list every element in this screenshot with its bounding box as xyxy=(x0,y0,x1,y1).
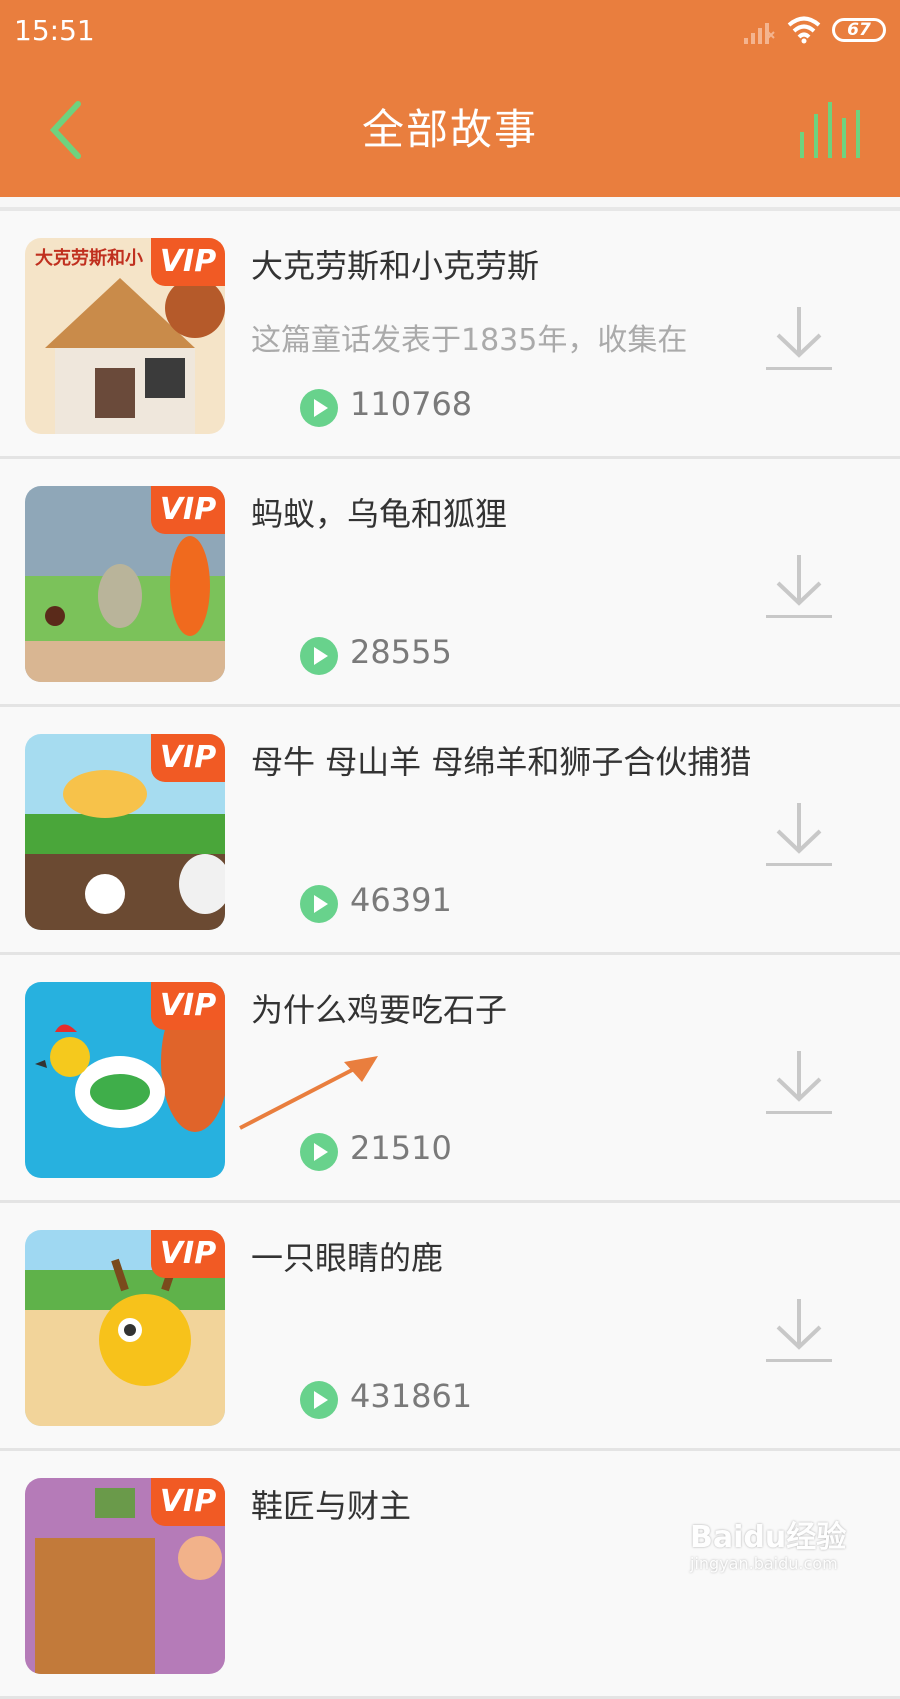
app-header: 15:51 67 全部故事 xyxy=(0,0,900,197)
battery-indicator: 67 xyxy=(832,18,886,42)
signal-icon xyxy=(744,23,775,44)
vip-badge: VIP xyxy=(151,486,225,534)
play-count: 431861 xyxy=(350,1377,473,1415)
baidu-watermark: Baidu经验 xyxy=(690,1520,847,1555)
download-icon[interactable] xyxy=(764,1295,834,1367)
play-count: 28555 xyxy=(350,633,452,671)
story-thumbnail: VIP xyxy=(25,1230,225,1426)
wifi-icon xyxy=(787,16,821,44)
download-icon[interactable] xyxy=(764,799,834,871)
story-thumbnail: 大克劳斯和小 VIP xyxy=(25,238,225,434)
story-thumbnail: VIP xyxy=(25,734,225,930)
play-count: 110768 xyxy=(350,385,473,423)
status-time: 15:51 xyxy=(14,14,95,47)
vip-badge: VIP xyxy=(151,982,225,1030)
vip-badge: VIP xyxy=(151,1478,225,1526)
story-item[interactable]: VIP 一只眼睛的鹿 431861 xyxy=(0,1203,900,1451)
annotation-arrow-icon xyxy=(239,1056,378,1130)
play-count: 21510 xyxy=(350,1129,452,1167)
story-item[interactable]: VIP 母牛 母山羊 母绵羊和狮子合伙捕猎 46391 xyxy=(0,707,900,955)
story-description: 这篇童话发表于1835年，收集在 xyxy=(251,323,688,358)
vip-badge: VIP xyxy=(151,238,225,286)
story-item[interactable]: VIP 鞋匠与财主 xyxy=(0,1451,900,1699)
story-item[interactable]: VIP 为什么鸡要吃石子 21510 xyxy=(0,955,900,1203)
play-count-icon xyxy=(300,389,338,427)
play-count-icon xyxy=(300,1133,338,1171)
story-title: 大克劳斯和小克劳斯 xyxy=(251,247,540,285)
vip-badge: VIP xyxy=(151,1230,225,1278)
story-item[interactable]: 大克劳斯和小 VIP 大克劳斯和小克劳斯 这篇童话发表于1835年，收集在 11… xyxy=(0,211,900,459)
vip-badge: VIP xyxy=(151,734,225,782)
download-icon[interactable] xyxy=(764,303,834,375)
thumbnail-caption: 大克劳斯和小 xyxy=(35,247,143,269)
play-count-icon xyxy=(300,637,338,675)
story-title: 一只眼睛的鹿 xyxy=(251,1239,444,1277)
audio-bars-icon[interactable] xyxy=(798,100,862,160)
status-bar: 15:51 67 xyxy=(0,0,900,62)
download-icon[interactable] xyxy=(764,551,834,623)
story-title: 为什么鸡要吃石子 xyxy=(251,991,508,1029)
story-title: 蚂蚁，乌龟和狐狸 xyxy=(251,495,508,533)
story-thumbnail: VIP xyxy=(25,486,225,682)
page-title: 全部故事 xyxy=(361,105,538,154)
story-item[interactable]: VIP 蚂蚁，乌龟和狐狸 28555 xyxy=(0,459,900,707)
story-title: 母牛 母山羊 母绵羊和狮子合伙捕猎 xyxy=(251,743,752,781)
play-count-icon xyxy=(300,1381,338,1419)
download-icon[interactable] xyxy=(764,1047,834,1119)
baidu-watermark-url: jingyan.baidu.com xyxy=(690,1554,838,1573)
play-count: 46391 xyxy=(350,881,452,919)
story-thumbnail: VIP xyxy=(25,982,225,1178)
story-thumbnail: VIP xyxy=(25,1478,225,1674)
story-title: 鞋匠与财主 xyxy=(251,1487,412,1525)
play-count-icon xyxy=(300,885,338,923)
